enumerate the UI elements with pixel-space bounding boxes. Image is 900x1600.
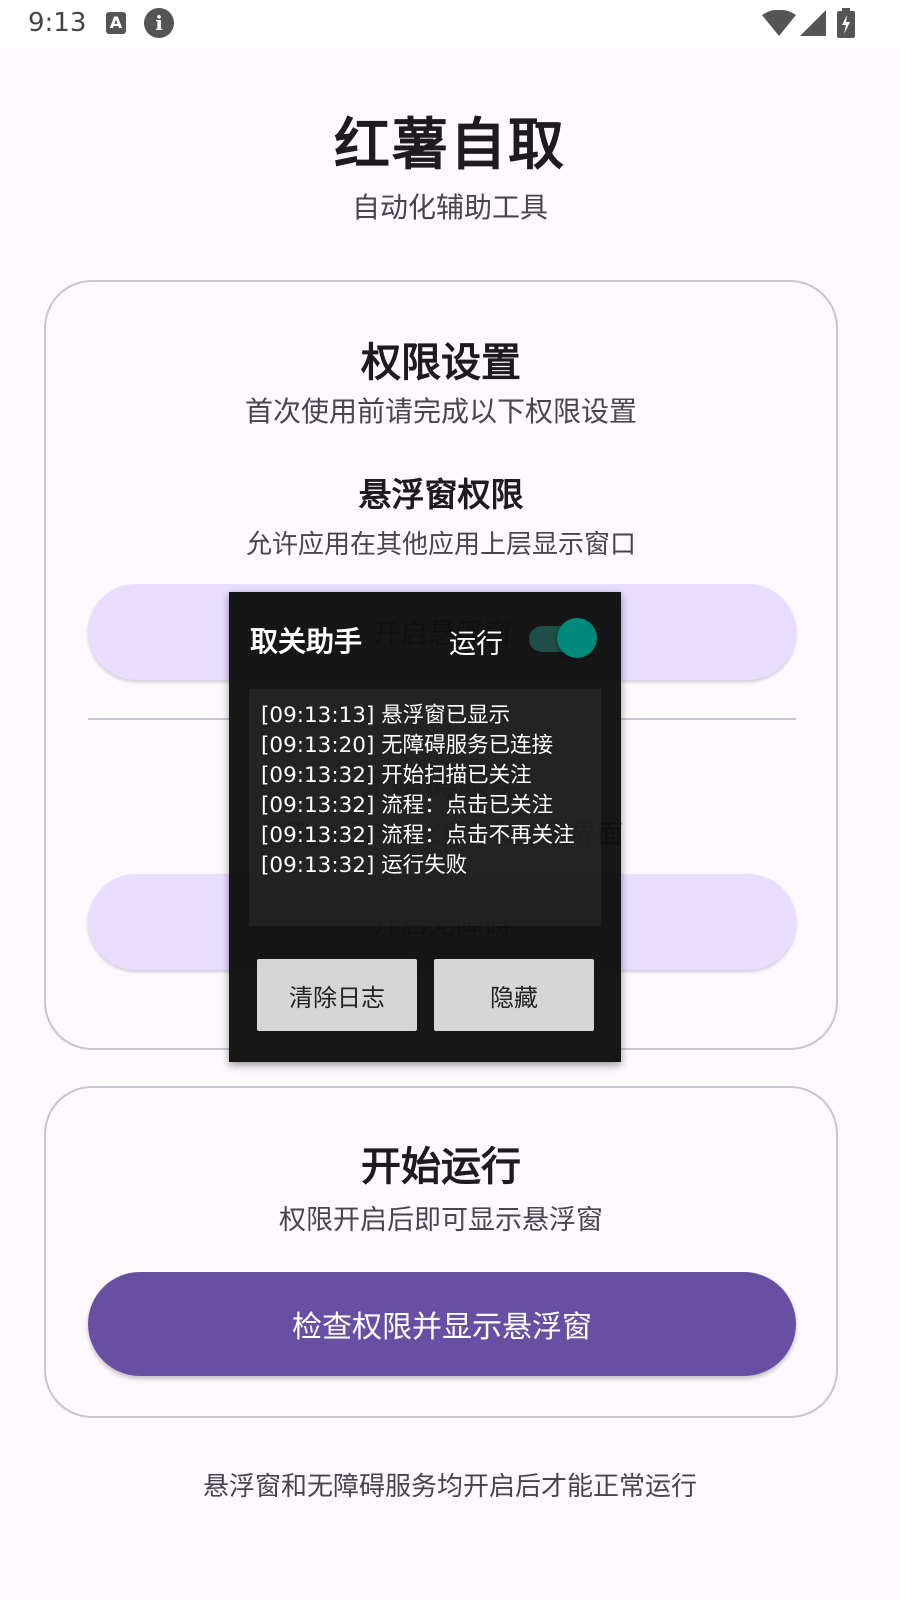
permission-card-description: 首次使用前请完成以下权限设置 xyxy=(244,395,637,428)
battery-icon xyxy=(837,8,855,38)
floating-window-title: 取关助手 xyxy=(250,625,363,658)
log-line: [09:13:20] 无障碍服务已连接 xyxy=(261,733,554,758)
overlay-permission-description: 允许应用在其他应用上层显示窗口 xyxy=(245,530,636,560)
wifi-icon xyxy=(762,10,796,36)
check-permissions-button[interactable]: 检查权限并显示悬浮窗 xyxy=(88,1272,796,1376)
log-line: [09:13:32] 流程：点击已关注 xyxy=(261,793,554,818)
footer-note: 悬浮窗和无障碍服务均开启后才能正常运行 xyxy=(202,1472,697,1502)
run-toggle[interactable] xyxy=(529,618,601,658)
app-title: 红薯自取 xyxy=(334,113,566,178)
status-bar: 9:13 A i xyxy=(0,0,900,48)
app-subtitle: 自动化辅助工具 xyxy=(351,191,548,224)
a-icon: A xyxy=(106,12,126,34)
run-label: 运行 xyxy=(449,629,503,660)
log-line: [09:13:32] 流程：点击不再关注 xyxy=(261,823,575,848)
floating-window[interactable]: 取关助手 运行 [09:13:13] 悬浮窗已显示 [09:13:20] 无障碍… xyxy=(229,592,621,1062)
start-card-description: 权限开启后即可显示悬浮窗 xyxy=(279,1205,603,1236)
log-line: [09:13:13] 悬浮窗已显示 xyxy=(261,703,511,728)
log-line: [09:13:32] 开始扫描已关注 xyxy=(261,763,532,788)
permission-card-title: 权限设置 xyxy=(361,340,521,386)
log-panel[interactable]: [09:13:13] 悬浮窗已显示 [09:13:20] 无障碍服务已连接 [0… xyxy=(249,689,601,926)
info-icon: i xyxy=(144,8,174,38)
clear-log-button[interactable]: 清除日志 xyxy=(257,959,417,1031)
start-card: 开始运行 权限开启后即可显示悬浮窗 检查权限并显示悬浮窗 xyxy=(44,1086,838,1418)
status-time: 9:13 xyxy=(28,8,87,38)
signal-icon xyxy=(800,10,826,36)
overlay-permission-title: 悬浮窗权限 xyxy=(358,475,524,514)
hide-button[interactable]: 隐藏 xyxy=(434,959,594,1031)
start-card-title: 开始运行 xyxy=(361,1144,521,1190)
toggle-thumb xyxy=(557,618,597,658)
log-line: [09:13:32] 运行失败 xyxy=(261,853,468,878)
